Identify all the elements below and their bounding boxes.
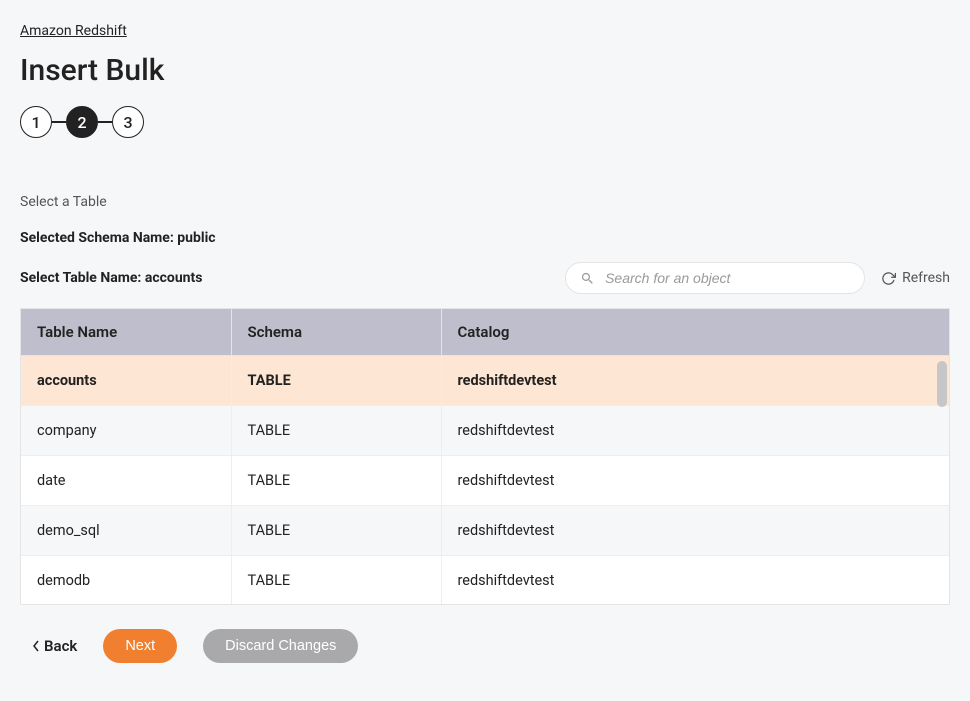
back-button[interactable]: Back	[32, 637, 77, 655]
step-3[interactable]: 3	[112, 106, 144, 138]
table-row[interactable]: accountsTABLEredshiftdevtest	[21, 356, 949, 406]
col-table-name[interactable]: Table Name	[21, 309, 231, 356]
refresh-button[interactable]: Refresh	[881, 270, 950, 286]
table-row[interactable]: dateTABLEredshiftdevtest	[21, 456, 949, 506]
table-row[interactable]: demo_sqlTABLEredshiftdevtest	[21, 506, 949, 556]
cell-schema: TABLE	[231, 406, 441, 456]
step-connector	[52, 121, 66, 123]
col-catalog[interactable]: Catalog	[441, 309, 949, 356]
breadcrumb[interactable]: Amazon Redshift	[20, 23, 127, 39]
selected-schema-line: Selected Schema Name: public	[20, 230, 950, 246]
search-box[interactable]	[565, 262, 865, 294]
select-table-prefix: Select Table Name:	[20, 270, 145, 286]
cell-catalog: redshiftdevtest	[441, 556, 949, 605]
section-label: Select a Table	[20, 194, 950, 210]
cell-name: date	[21, 456, 231, 506]
search-icon	[580, 271, 595, 286]
step-connector	[98, 121, 112, 123]
cell-name: demo_sql	[21, 506, 231, 556]
page-title: Insert Bulk	[20, 53, 950, 88]
table-row[interactable]: demodbTABLEredshiftdevtest	[21, 556, 949, 605]
select-table-value: accounts	[145, 270, 203, 286]
table-row[interactable]: companyTABLEredshiftdevtest	[21, 406, 949, 456]
discard-button[interactable]: Discard Changes	[203, 629, 358, 663]
cell-name: demodb	[21, 556, 231, 605]
search-input[interactable]	[603, 269, 850, 287]
selected-schema-value: public	[177, 230, 215, 246]
cell-schema: TABLE	[231, 356, 441, 406]
stepper: 1 2 3	[20, 106, 950, 138]
scrollbar-thumb[interactable]	[937, 361, 947, 407]
cell-catalog: redshiftdevtest	[441, 506, 949, 556]
cell-name: company	[21, 406, 231, 456]
refresh-icon	[881, 271, 896, 286]
cell-catalog: redshiftdevtest	[441, 406, 949, 456]
cell-schema: TABLE	[231, 456, 441, 506]
select-table-line: Select Table Name: accounts	[20, 270, 202, 286]
chevron-left-icon	[32, 640, 40, 652]
step-1[interactable]: 1	[20, 106, 52, 138]
next-button[interactable]: Next	[103, 629, 177, 663]
tables-table: Table Name Schema Catalog accountsTABLEr…	[21, 309, 949, 604]
back-label: Back	[44, 637, 77, 655]
wizard-footer: Back Next Discard Changes	[20, 605, 950, 681]
table-container: Table Name Schema Catalog accountsTABLEr…	[20, 308, 950, 605]
cell-schema: TABLE	[231, 556, 441, 605]
cell-name: accounts	[21, 356, 231, 406]
cell-schema: TABLE	[231, 506, 441, 556]
selected-schema-prefix: Selected Schema Name:	[20, 230, 177, 246]
cell-catalog: redshiftdevtest	[441, 356, 949, 406]
step-2[interactable]: 2	[66, 106, 98, 138]
cell-catalog: redshiftdevtest	[441, 456, 949, 506]
refresh-label: Refresh	[902, 270, 950, 286]
col-schema[interactable]: Schema	[231, 309, 441, 356]
